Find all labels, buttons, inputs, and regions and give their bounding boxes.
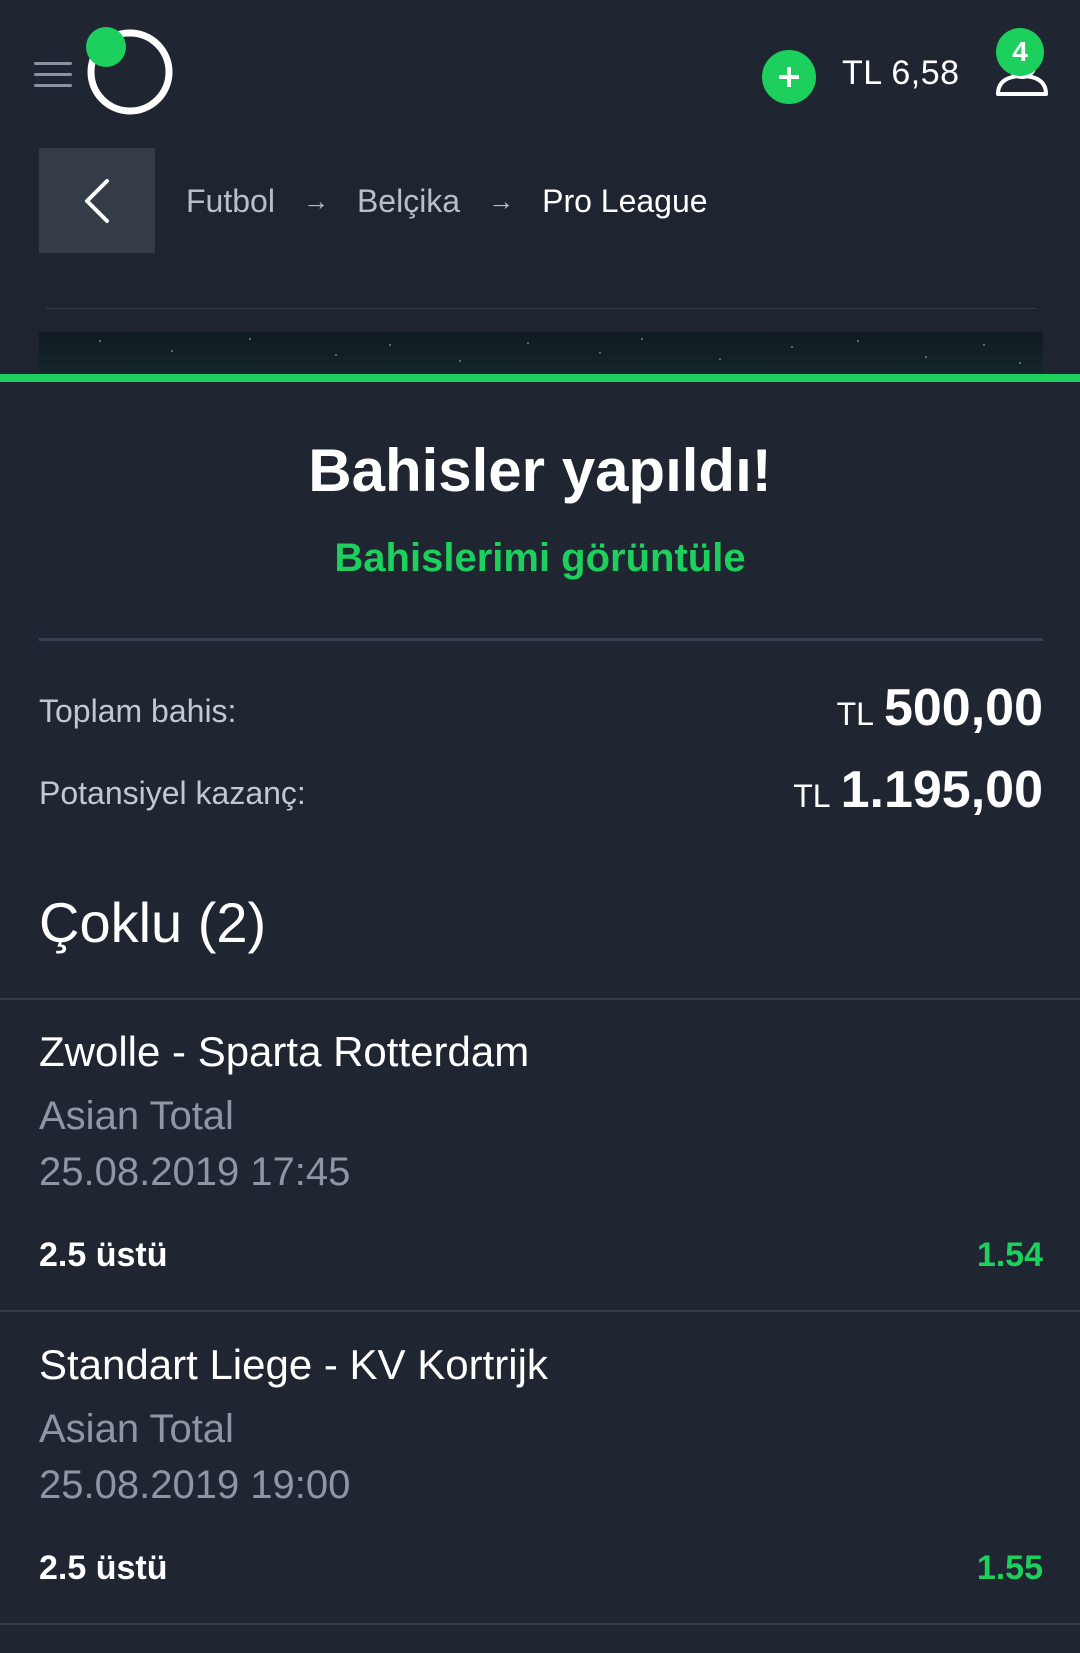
- bet-type-title: Çoklu (2): [39, 891, 267, 954]
- plus-icon: [779, 67, 799, 87]
- breadcrumb-item-futbol[interactable]: Futbol: [186, 183, 275, 220]
- divider: [0, 1623, 1080, 1625]
- hamburger-menu-icon[interactable]: [34, 58, 72, 90]
- breadcrumb: Futbol → Belçika → Pro League: [186, 178, 708, 224]
- breadcrumb-item-pro-league: Pro League: [542, 182, 708, 219]
- potential-win-label: Potansiyel kazanç:: [39, 775, 306, 811]
- potential-win-row: Potansiyel kazanç: TL 1.195,00: [39, 756, 1043, 826]
- bet-datetime: 25.08.2019 19:00: [39, 1463, 351, 1507]
- logo-icon[interactable]: [84, 26, 176, 118]
- total-stake-row: Toplam bahis: TL 500,00: [39, 674, 1043, 744]
- bet-match-name: Standart Liege - KV Kortrijk: [39, 1341, 548, 1388]
- breadcrumb-item-belcika[interactable]: Belçika: [357, 183, 460, 220]
- top-bar: TL 6,58 4: [0, 0, 1080, 150]
- bet-item: Standart Liege - KV Kortrijk Asian Total…: [0, 1313, 1080, 1623]
- total-stake-currency: TL: [836, 696, 874, 732]
- total-stake-label: Toplam bahis:: [39, 693, 237, 729]
- bet-market: Asian Total: [39, 1094, 234, 1138]
- potential-win-value: TL 1.195,00: [793, 760, 1043, 820]
- bet-odds: 1.54: [976, 1236, 1043, 1274]
- summary-divider: [39, 638, 1043, 641]
- bet-odds: 1.55: [976, 1549, 1043, 1587]
- total-stake-value: TL 500,00: [837, 678, 1043, 738]
- total-stake-amount: 500,00: [883, 679, 1043, 737]
- divider: [0, 1310, 1080, 1312]
- chevron-left-icon: [85, 178, 109, 223]
- bet-market: Asian Total: [39, 1407, 234, 1451]
- match-banner-image: [39, 332, 1043, 376]
- notification-badge: 4: [996, 28, 1044, 76]
- deposit-button[interactable]: [762, 50, 816, 104]
- bet-datetime: 25.08.2019 17:45: [39, 1150, 351, 1194]
- bet-match-name: Zwolle - Sparta Rotterdam: [39, 1028, 530, 1075]
- bet-selection: 2.5 üstü: [39, 1549, 168, 1587]
- bet-selection: 2.5 üstü: [39, 1236, 168, 1274]
- confirmation-title: Bahisler yapıldı!: [308, 437, 772, 504]
- potential-win-currency: TL: [793, 778, 831, 814]
- bet-confirmation-sheet: Bahisler yapıldı! Bahislerimi görüntüle …: [0, 374, 1080, 1653]
- back-button[interactable]: [39, 148, 155, 253]
- view-my-bets-link[interactable]: Bahislerimi görüntüle: [0, 536, 1080, 581]
- divider: [46, 308, 1036, 309]
- breadcrumb-separator: →: [488, 185, 515, 216]
- potential-win-amount: 1.195,00: [840, 761, 1043, 819]
- bet-item: Zwolle - Sparta Rotterdam Asian Total 25…: [0, 1000, 1080, 1310]
- balance-amount[interactable]: TL 6,58: [842, 54, 960, 93]
- breadcrumb-separator: →: [302, 185, 329, 216]
